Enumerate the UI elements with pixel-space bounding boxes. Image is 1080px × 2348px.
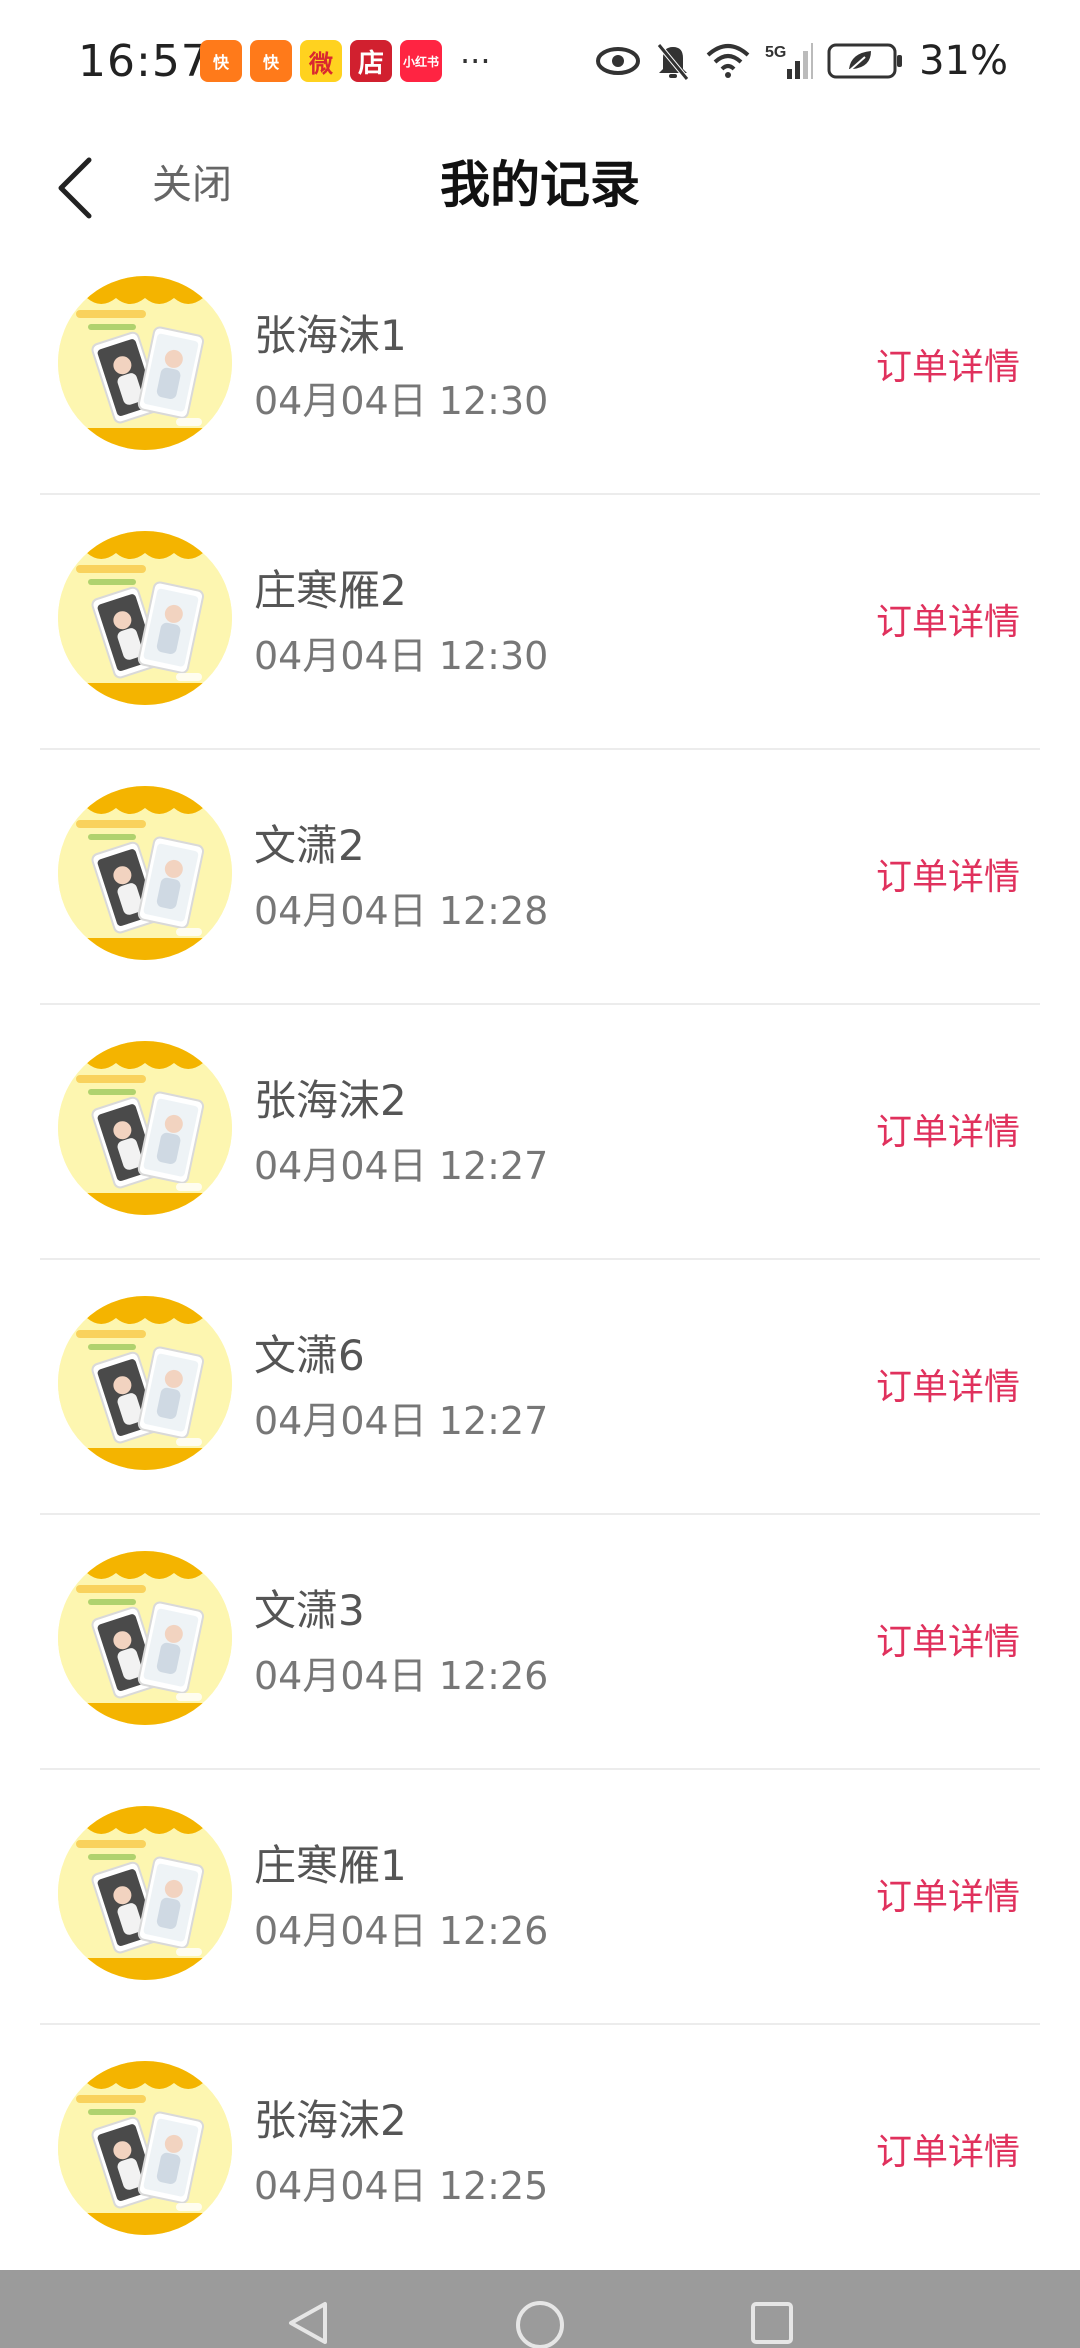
dian-icon: 店	[350, 40, 392, 82]
wifi-icon	[705, 43, 751, 79]
list-item: 文潇2 04月04日 12:28 订单详情	[40, 750, 1040, 1005]
list-item: 庄寒雁2 04月04日 12:30 订单详情	[40, 495, 1040, 750]
square-recents-icon	[751, 2302, 793, 2344]
record-thumbnail	[58, 1551, 232, 1725]
record-name: 文潇6	[254, 1331, 365, 1380]
record-name: 张海沫2	[254, 2096, 407, 2145]
record-time: 04月04日 12:30	[254, 634, 549, 678]
battery-percentage: 31%	[919, 38, 1008, 84]
signal-5g-icon: 5G	[765, 41, 814, 81]
product-card-image	[58, 1296, 232, 1470]
record-thumbnail	[58, 1041, 232, 1215]
record-time: 04月04日 12:26	[254, 1909, 549, 1953]
record-thumbnail	[58, 786, 232, 960]
record-time: 04月04日 12:27	[254, 1399, 549, 1443]
order-detail-link[interactable]: 订单详情	[876, 1868, 1020, 1920]
product-card-image	[58, 786, 232, 960]
nav-back-button[interactable]	[258, 2270, 358, 2348]
record-time: 04月04日 12:30	[254, 379, 549, 423]
record-name: 张海沫2	[254, 1076, 407, 1125]
header: 关闭 我的记录	[0, 130, 1080, 240]
nav-recents-button[interactable]	[722, 2270, 822, 2348]
order-detail-link[interactable]: 订单详情	[876, 848, 1020, 900]
status-time: 16:57	[78, 36, 210, 87]
system-navigation-bar	[0, 2270, 1080, 2348]
page-title: 我的记录	[440, 156, 640, 214]
record-thumbnail	[58, 531, 232, 705]
product-card-image	[58, 531, 232, 705]
record-name: 文潇3	[254, 1586, 365, 1635]
record-thumbnail	[58, 2061, 232, 2235]
order-detail-link[interactable]: 订单详情	[876, 593, 1020, 645]
product-card-image	[58, 1551, 232, 1725]
list-item: 庄寒雁1 04月04日 12:26 订单详情	[40, 1770, 1040, 2025]
mute-bell-icon	[655, 41, 691, 81]
record-name: 庄寒雁2	[254, 566, 407, 615]
product-card-image	[58, 2061, 232, 2235]
order-detail-link[interactable]: 订单详情	[876, 1613, 1020, 1665]
record-thumbnail	[58, 1296, 232, 1470]
kuaishou-lite-icon: 快	[250, 40, 292, 82]
notification-app-icons: 快 快 微 店 小红书 ···	[200, 40, 491, 82]
status-bar: 16:57 快 快 微 店 小红书 ··· 5G 31%	[0, 0, 1080, 130]
list-item: 张海沫2 04月04日 12:25 订单详情	[40, 2025, 1040, 2280]
record-time: 04月04日 12:25	[254, 2164, 549, 2208]
order-detail-link[interactable]: 订单详情	[876, 2123, 1020, 2175]
list-item: 张海沫1 04月04日 12:30 订单详情	[40, 240, 1040, 495]
network-type-label: 5G	[765, 44, 786, 61]
record-thumbnail	[58, 276, 232, 450]
battery-icon	[827, 41, 905, 81]
order-detail-link[interactable]: 订单详情	[876, 1103, 1020, 1155]
triangle-back-icon	[289, 2302, 327, 2344]
eye-icon	[595, 46, 641, 76]
weibo-icon: 微	[300, 40, 342, 82]
product-card-image	[58, 1041, 232, 1215]
record-thumbnail	[58, 1806, 232, 1980]
record-name: 庄寒雁1	[254, 1841, 407, 1890]
list-item: 文潇6 04月04日 12:27 订单详情	[40, 1260, 1040, 1515]
circle-home-icon	[516, 2301, 564, 2348]
record-time: 04月04日 12:26	[254, 1654, 549, 1698]
record-time: 04月04日 12:27	[254, 1144, 549, 1188]
kuaishou-icon: 快	[200, 40, 242, 82]
order-detail-link[interactable]: 订单详情	[876, 1358, 1020, 1410]
system-icons: 5G 31%	[595, 38, 1008, 84]
product-card-image	[58, 1806, 232, 1980]
record-name: 张海沫1	[254, 311, 407, 360]
nav-home-button[interactable]	[490, 2270, 590, 2348]
list-item: 文潇3 04月04日 12:26 订单详情	[40, 1515, 1040, 1770]
xiaohongshu-icon: 小红书	[400, 40, 442, 82]
order-detail-link[interactable]: 订单详情	[876, 338, 1020, 390]
record-list: 张海沫1 04月04日 12:30 订单详情 庄寒雁2 04月04日 12:30…	[40, 240, 1040, 2280]
list-item: 张海沫2 04月04日 12:27 订单详情	[40, 1005, 1040, 1260]
record-name: 文潇2	[254, 821, 365, 870]
record-time: 04月04日 12:28	[254, 889, 549, 933]
product-card-image	[58, 276, 232, 450]
more-notifications-icon: ···	[460, 42, 491, 80]
